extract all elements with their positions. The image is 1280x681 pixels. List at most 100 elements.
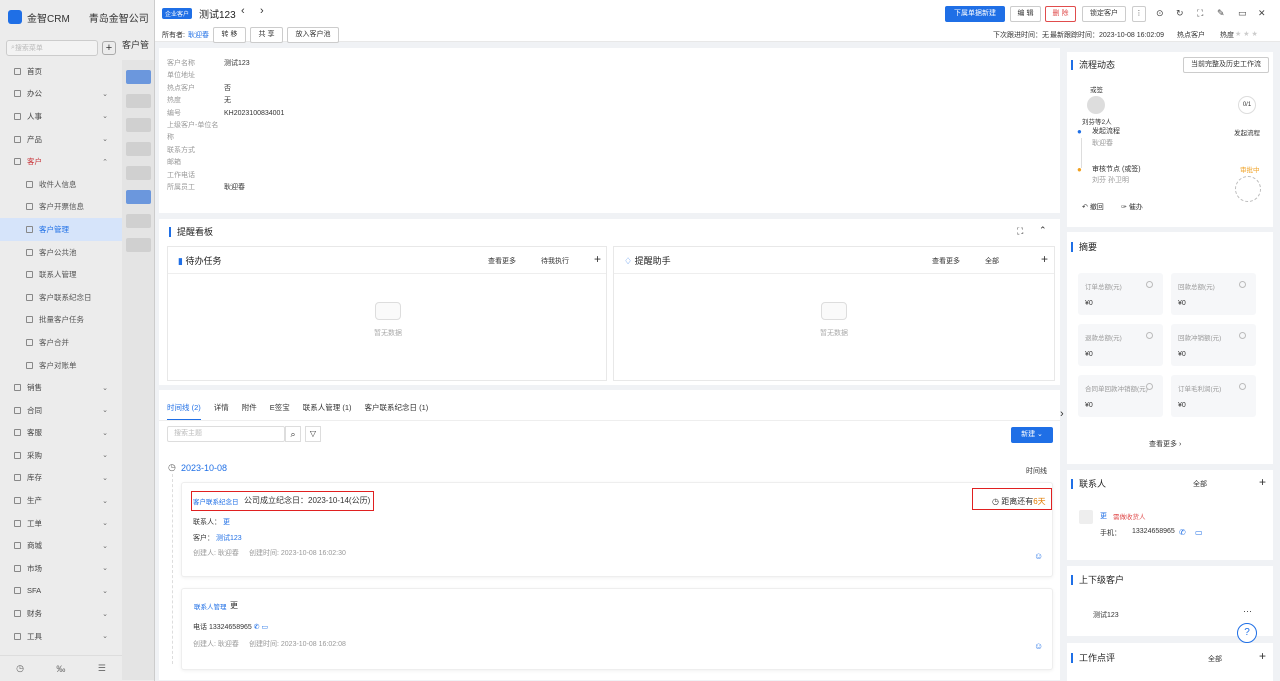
sidebar-item[interactable]: 首页 <box>0 60 122 83</box>
sidebar-item[interactable]: 办公 ⌄ <box>0 83 122 106</box>
sidebar-item[interactable]: 生产 ⌄ <box>0 489 122 512</box>
timeline-tab[interactable]: 附件 <box>242 402 257 421</box>
todo-filter-select[interactable]: 待我执行 <box>541 256 569 266</box>
phone-icon[interactable]: ✆ <box>1179 528 1186 537</box>
customer-link[interactable]: 测试123 <box>216 535 242 542</box>
sidebar-item[interactable]: SFA ⌄ <box>0 580 122 603</box>
star-rating[interactable]: ★ ★ ★ <box>1235 30 1258 38</box>
timeline-tab[interactable]: 时间线 (2) <box>167 402 201 421</box>
reminder-assistant-box: ♢ 提醒助手 查看更多 全部 + 暂无数据 <box>613 246 1055 381</box>
expand-icon[interactable]: ⛶ <box>1017 226 1023 237</box>
sidebar-item[interactable]: 库存 ⌄ <box>0 467 122 490</box>
sidebar-item[interactable]: 财务 ⌄ <box>0 602 122 625</box>
menu-icon <box>14 90 21 98</box>
assistant-filter-select[interactable]: 全部 <box>985 256 999 266</box>
add-reminder-icon[interactable]: + <box>1041 252 1048 266</box>
prev-icon[interactable]: ‹ <box>241 5 245 17</box>
new-order-button[interactable]: 下属单据新建 <box>945 6 1005 22</box>
add-review-icon[interactable]: + <box>1259 649 1266 663</box>
review-filter[interactable]: 全部 <box>1208 654 1222 664</box>
message-icon[interactable]: ▭ <box>1195 528 1203 537</box>
contact-card[interactable]: 联系人管理 更 电话 13324658965 ✆ ▭ 创建人: 耿迎春 创建时间… <box>181 588 1053 670</box>
delete-button[interactable]: 删 除 <box>1045 6 1076 22</box>
info-key: 邮箱 <box>167 159 181 167</box>
contact-link[interactable]: 更 <box>223 519 230 526</box>
sidebar-item[interactable]: 批量客户任务 <box>0 309 122 332</box>
sidebar-item[interactable]: 工具 ⌄ <box>0 625 122 648</box>
sidebar-item[interactable]: 客户对账单 <box>0 354 122 377</box>
timeline-tab[interactable]: E签宝 <box>270 402 290 421</box>
comment-icon[interactable]: ☺ <box>1034 641 1043 651</box>
sidebar-item[interactable]: 客户联系纪念日 <box>0 286 122 309</box>
percent-icon[interactable]: ‰ <box>56 664 65 674</box>
menu-search-input[interactable]: ⌕ 搜索菜单 <box>6 40 98 56</box>
timeline-tab[interactable]: 客户联系纪念日 (1) <box>365 402 429 421</box>
sidebar-item[interactable]: 工单 ⌄ <box>0 512 122 535</box>
summary-stat: 订单总额(元) ¥0 <box>1078 273 1163 315</box>
sidebar-item[interactable]: 客服 ⌄ <box>0 422 122 445</box>
sidebar-item[interactable]: 客户 ⌃ <box>0 150 122 173</box>
stat-value: ¥0 <box>1178 300 1186 307</box>
owner-name[interactable]: 耿迎春 <box>188 30 209 40</box>
workflow-history-button[interactable]: 当前完整及历史工作流 <box>1183 57 1269 73</box>
timeline-tab[interactable]: 联系人管理 (1) <box>303 402 352 421</box>
close-icon[interactable]: ✕ <box>1258 8 1266 19</box>
next-icon[interactable]: › <box>260 5 264 17</box>
tab-customer[interactable]: 客户管 <box>122 38 154 56</box>
sidebar-item[interactable]: 商城 ⌄ <box>0 534 122 557</box>
menu-icon <box>14 587 21 595</box>
search-icon[interactable]: ⌕ <box>285 426 301 442</box>
phone-icon[interactable]: ✆ <box>254 624 262 631</box>
refresh-icon[interactable]: ↻ <box>1176 8 1184 19</box>
lock-button[interactable]: 锁定客户 <box>1082 6 1126 22</box>
more-icon[interactable]: ··· <box>1243 606 1252 616</box>
sidebar-item[interactable]: 采购 ⌄ <box>0 444 122 467</box>
sidebar-item[interactable]: 客户公共池 <box>0 241 122 264</box>
message-icon[interactable]: ▭ <box>262 624 269 631</box>
sidebar-item[interactable]: 市场 ⌄ <box>0 557 122 580</box>
sidebar-item[interactable]: 客户管理 <box>0 218 122 241</box>
sidebar-item[interactable]: 客户开票信息 <box>0 196 122 219</box>
sidebar-item[interactable]: 人事 ⌄ <box>0 105 122 128</box>
todo-more-link[interactable]: 查看更多 <box>488 256 516 266</box>
summary-more-link[interactable]: 查看更多 › <box>1149 439 1181 449</box>
filter-icon[interactable]: ▽ <box>305 426 321 442</box>
chevron-icon: ⌄ <box>102 384 108 392</box>
to-pool-button[interactable]: 放入客户池 <box>287 27 339 43</box>
assistant-more-link[interactable]: 查看更多 <box>932 256 960 266</box>
fullscreen-icon[interactable]: ⛶ <box>1197 8 1203 19</box>
add-button[interactable]: + <box>102 41 116 55</box>
share-button[interactable]: 共 享 <box>250 27 283 43</box>
panel-toggle-icon[interactable]: › <box>1060 408 1064 420</box>
new-timeline-button[interactable]: 新建 ⌄ <box>1011 427 1053 443</box>
link-icon[interactable]: ✎ <box>1217 8 1225 19</box>
revoke-button[interactable]: ↶ 撤回 <box>1082 202 1104 212</box>
urge-button[interactable]: ✑ 催办 <box>1121 202 1143 212</box>
parent-item[interactable]: 测试123 <box>1093 610 1119 620</box>
sidebar-item[interactable]: 产品 ⌄ <box>0 128 122 151</box>
help-icon[interactable]: ? <box>1237 623 1257 643</box>
comment-icon[interactable]: ☺ <box>1034 551 1043 561</box>
menu-icon <box>14 542 21 550</box>
play-icon[interactable]: ⊙ <box>1156 8 1164 19</box>
menu-icon[interactable]: ☰ <box>98 663 106 674</box>
info-row: 单位地址 <box>167 70 1060 82</box>
edit-button[interactable]: 编 辑 <box>1010 6 1041 22</box>
transfer-button[interactable]: 转 移 <box>213 27 246 43</box>
timeline-tab[interactable]: 详情 <box>214 402 229 421</box>
timeline-search-input[interactable]: 搜索主题 <box>167 426 285 442</box>
sidebar-item[interactable]: 合同 ⌄ <box>0 399 122 422</box>
window-icon[interactable]: ▭ <box>1238 8 1247 19</box>
contacts-filter[interactable]: 全部 <box>1193 479 1207 489</box>
sidebar-item[interactable]: 客户合并 <box>0 331 122 354</box>
sidebar-item[interactable]: 联系人管理 <box>0 263 122 286</box>
sidebar-item[interactable]: 收件人信息 <box>0 173 122 196</box>
contact-name[interactable]: 更 <box>1100 511 1107 521</box>
creator: 创建人: 耿迎春 <box>193 641 239 648</box>
collapse-icon[interactable]: ⌃ <box>1039 225 1047 236</box>
sidebar-item[interactable]: 销售 ⌄ <box>0 376 122 399</box>
more-button[interactable]: ⋮ <box>1132 6 1146 22</box>
add-todo-icon[interactable]: + <box>594 252 601 266</box>
history-icon[interactable]: ◷ <box>16 663 24 674</box>
add-contact-icon[interactable]: + <box>1259 475 1266 489</box>
